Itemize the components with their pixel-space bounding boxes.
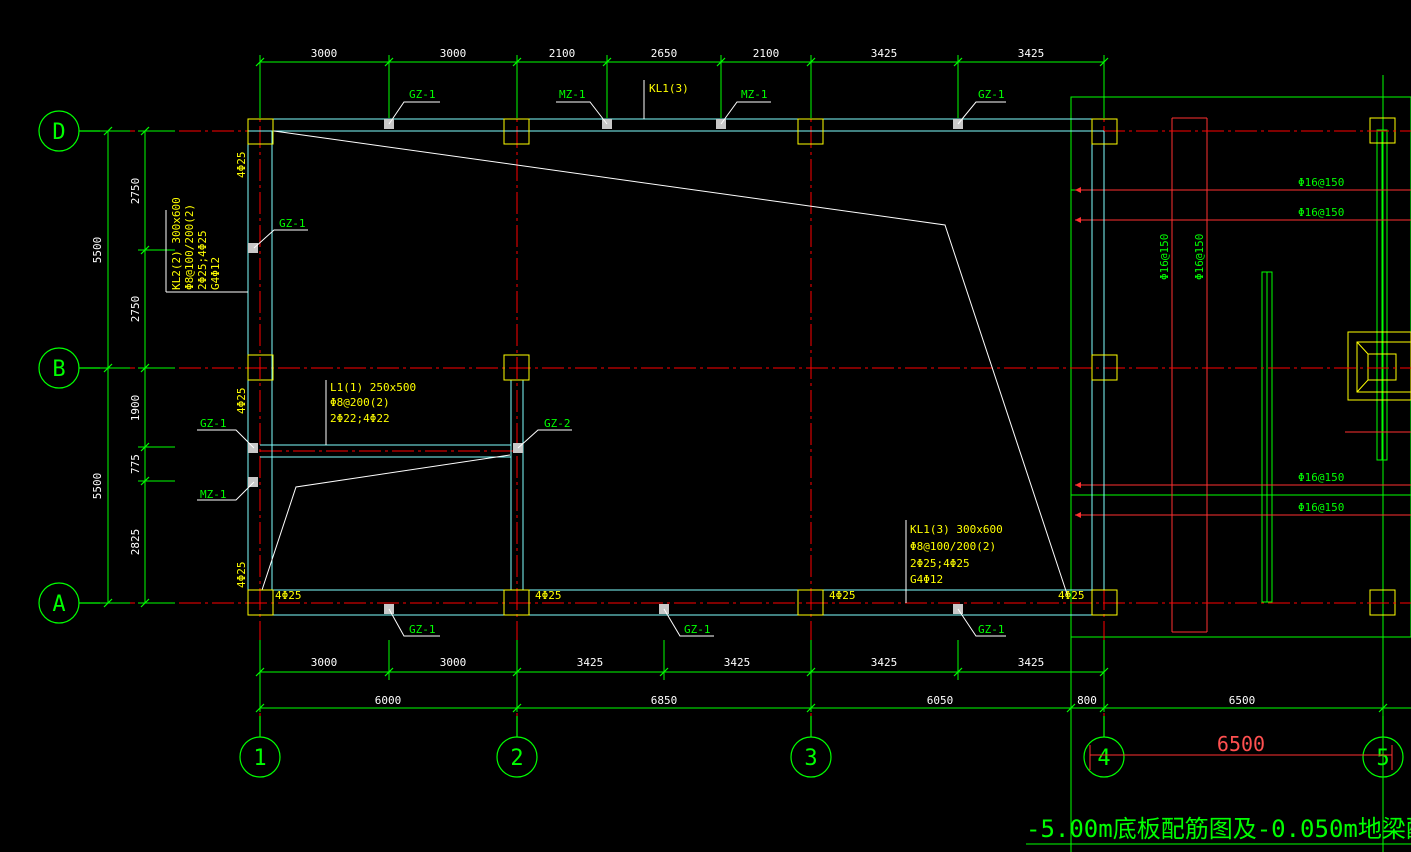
label-gz2: GZ-2 bbox=[544, 417, 571, 430]
label-kl2-line2: Φ8@100/200(2) bbox=[183, 204, 196, 290]
label-4phi25-h1: 4Φ25 bbox=[275, 589, 302, 602]
dim-bot2-3: 6050 bbox=[927, 694, 954, 707]
dim-top-4: 2650 bbox=[651, 47, 678, 60]
dim-bot2-4: 800 bbox=[1077, 694, 1097, 707]
dim-top-2: 3000 bbox=[440, 47, 467, 60]
red-dim-6500-text: 6500 bbox=[1217, 732, 1265, 756]
axis-label-1: 1 bbox=[253, 746, 266, 771]
dim-left-3: 1900 bbox=[129, 395, 142, 422]
dim-bot1-6: 3425 bbox=[1018, 656, 1045, 669]
label-l1-line1: L1(1) 250x500 bbox=[330, 381, 416, 394]
axis-label-b: B bbox=[52, 357, 65, 382]
label-kl1-line4: G4Φ12 bbox=[910, 573, 943, 586]
label-4phi25-h3: 4Φ25 bbox=[829, 589, 856, 602]
label-gz1-bot-1: GZ-1 bbox=[409, 623, 436, 636]
label-gz1-bot-3: GZ-1 bbox=[978, 623, 1005, 636]
label-4phi25-h2: 4Φ25 bbox=[535, 589, 562, 602]
axis-label-2: 2 bbox=[510, 746, 523, 771]
label-kl1-top: KL1(3) bbox=[649, 82, 689, 95]
label-l1-line3: 2Φ22;4Φ22 bbox=[330, 412, 390, 425]
dim-bot1-3: 3425 bbox=[577, 656, 604, 669]
axis-label-a: A bbox=[52, 592, 65, 617]
label-kl1-line2: Φ8@100/200(2) bbox=[910, 540, 996, 553]
dim-bot1-5: 3425 bbox=[871, 656, 898, 669]
cad-drawing-canvas[interactable]: 3000 3000 2100 2650 2100 3425 3425 3000 … bbox=[0, 0, 1411, 852]
label-phi16-v2: Φ16@150 bbox=[1193, 234, 1206, 280]
axis-label-5: 5 bbox=[1376, 746, 1389, 771]
dim-left-4: 775 bbox=[129, 454, 142, 474]
label-kl1-line1: KL1(3) 300x600 bbox=[910, 523, 1003, 536]
label-phi16-4: Φ16@150 bbox=[1298, 501, 1344, 514]
label-kl2-line1: KL2(2) 300x600 bbox=[170, 197, 183, 290]
label-kl2-line3: 2Φ25;4Φ25 bbox=[196, 230, 209, 290]
dim-top-5: 2100 bbox=[753, 47, 780, 60]
label-gz1-left-2: GZ-1 bbox=[200, 417, 227, 430]
dim-bot2-1: 6000 bbox=[375, 694, 402, 707]
label-gz1-top-2: GZ-1 bbox=[978, 88, 1005, 101]
dim-top-3: 2100 bbox=[549, 47, 576, 60]
label-kl2-line4: G4Φ12 bbox=[209, 257, 222, 290]
dim-left-outer-1: 5500 bbox=[91, 237, 104, 264]
dim-left-outer-2: 5500 bbox=[91, 473, 104, 500]
label-4phi25-v3: 4Φ25 bbox=[235, 562, 248, 589]
drawing-title-group: -5.00m底板配筋图及-0.050m地梁配筋图 bbox=[1026, 815, 1411, 845]
dim-bot1-4: 3425 bbox=[724, 656, 751, 669]
axis-label-4: 4 bbox=[1097, 746, 1110, 771]
dim-left-2: 2750 bbox=[129, 296, 142, 323]
dim-top-6: 3425 bbox=[871, 47, 898, 60]
label-4phi25-v1: 4Φ25 bbox=[235, 152, 248, 179]
label-l1-line2: Φ8@200(2) bbox=[330, 396, 390, 409]
axis-label-3: 3 bbox=[804, 746, 817, 771]
dim-bot1-1: 3000 bbox=[311, 656, 338, 669]
label-mz1-top-2: MZ-1 bbox=[741, 88, 768, 101]
dim-left-1: 2750 bbox=[129, 178, 142, 205]
label-phi16-3: Φ16@150 bbox=[1298, 471, 1344, 484]
label-mz1-left: MZ-1 bbox=[200, 488, 227, 501]
dim-left-5: 2825 bbox=[129, 529, 142, 556]
dim-bot2-2: 6850 bbox=[651, 694, 678, 707]
dim-bot1-2: 3000 bbox=[440, 656, 467, 669]
axis-label-d: D bbox=[52, 120, 65, 145]
label-4phi25-v2: 4Φ25 bbox=[235, 388, 248, 415]
label-gz1-top-1: GZ-1 bbox=[409, 88, 436, 101]
label-phi16-v1: Φ16@150 bbox=[1158, 234, 1171, 280]
dim-bot2-5: 6500 bbox=[1229, 694, 1256, 707]
dim-top-1: 3000 bbox=[311, 47, 338, 60]
label-phi16-2: Φ16@150 bbox=[1298, 206, 1344, 219]
dim-top-7: 3425 bbox=[1018, 47, 1045, 60]
label-kl1-line3: 2Φ25;4Φ25 bbox=[910, 557, 970, 570]
drawing-title: -5.00m底板配筋图及-0.050m地梁配筋图 bbox=[1026, 815, 1411, 843]
label-4phi25-h4: 4Φ25 bbox=[1058, 589, 1085, 602]
label-mz1-top-1: MZ-1 bbox=[559, 88, 586, 101]
label-phi16-1: Φ16@150 bbox=[1298, 176, 1344, 189]
label-gz1-bot-2: GZ-1 bbox=[684, 623, 711, 636]
label-gz1-left-1: GZ-1 bbox=[279, 217, 306, 230]
